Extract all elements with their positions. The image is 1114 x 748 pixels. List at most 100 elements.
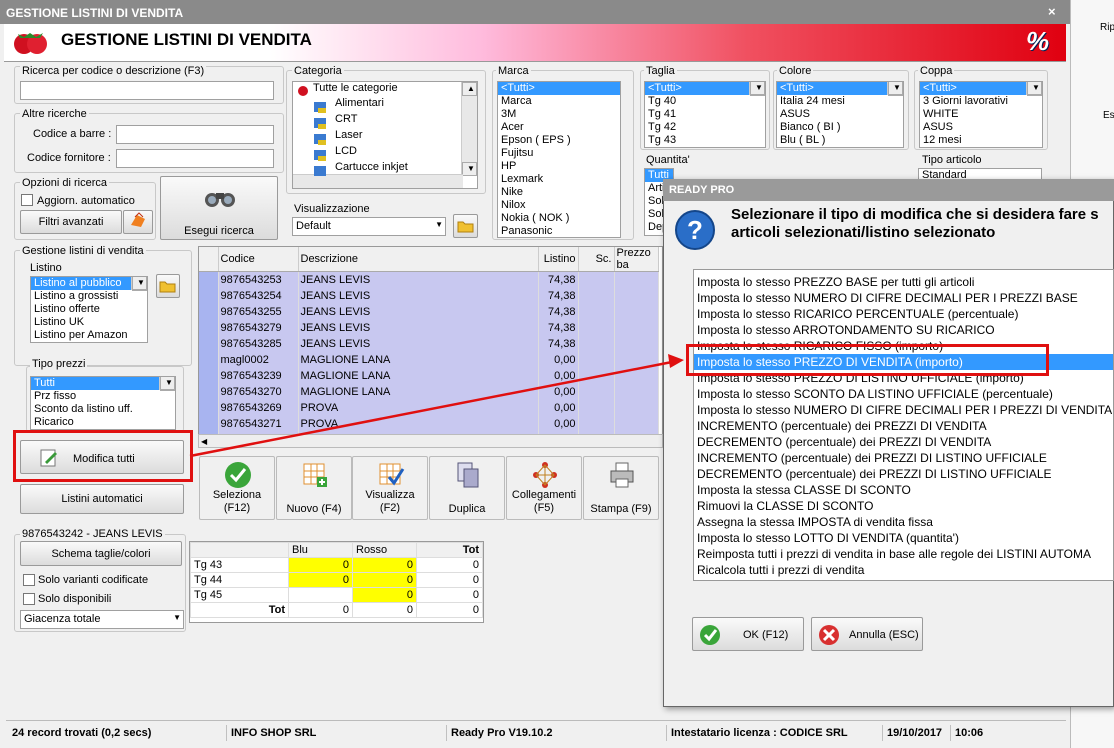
cell[interactable]: 0: [352, 557, 417, 573]
scrollbar[interactable]: ▲▼: [1026, 82, 1042, 96]
open-folder-button[interactable]: [453, 214, 478, 238]
list-item[interactable]: Tg 42: [645, 121, 765, 134]
scrollbar[interactable]: ▲▼: [131, 277, 147, 291]
tree-item[interactable]: Tutte le categorie: [293, 82, 477, 95]
option-item[interactable]: Imposta lo stesso PREZZO BASE per tutti …: [694, 274, 1113, 290]
only-coded-checkbox[interactable]: [23, 574, 35, 586]
list-item[interactable]: Tutti: [31, 377, 175, 390]
list-item[interactable]: 12 mesi: [920, 134, 1042, 147]
scrollbar[interactable]: ▲▼: [749, 82, 765, 96]
list-item[interactable]: 3 Giorni lavorativi: [920, 95, 1042, 108]
list-item[interactable]: Blu ( BL ): [777, 134, 903, 147]
row-indicator[interactable]: [199, 287, 219, 304]
horizontal-scrollbar[interactable]: ◀: [198, 434, 663, 448]
table-row[interactable]: 9876543285 JEANS LEVIS 74,38: [199, 335, 659, 352]
view-button[interactable]: Visualizza (F2): [352, 456, 428, 520]
list-item[interactable]: Tg 43: [645, 134, 765, 147]
search-input[interactable]: [20, 81, 274, 100]
cup-list[interactable]: <Tutti> 3 Giorni lavorativi WHITE ASUS 1…: [919, 81, 1043, 148]
option-item[interactable]: Imposta lo stesso SCONTO DA LISTINO UFFI…: [694, 386, 1113, 402]
size-list[interactable]: <Tutti> Tg 40 Tg 41 Tg 42 Tg 43 ▲▼: [644, 81, 766, 148]
advanced-filters-button[interactable]: Filtri avanzati: [20, 210, 122, 234]
row-indicator[interactable]: [199, 399, 219, 416]
list-item[interactable]: <Tutti>: [920, 82, 1042, 95]
list-item[interactable]: ASUS: [777, 108, 903, 121]
list-item[interactable]: <Tutti>: [498, 82, 620, 95]
list-item[interactable]: ASUS: [920, 121, 1042, 134]
row-indicator[interactable]: [199, 319, 219, 336]
supplier-code-input[interactable]: [116, 149, 274, 168]
list-item[interactable]: Listino per Amazon: [31, 329, 147, 342]
links-button[interactable]: Collegamenti (F5): [506, 456, 582, 520]
new-button[interactable]: Nuovo (F4): [276, 456, 352, 520]
list-item[interactable]: Nokia ( NOK ): [498, 212, 620, 225]
price-types-list[interactable]: Tutti Prz fisso Sconto da listino uff. R…: [30, 376, 176, 430]
row-indicator[interactable]: [199, 415, 219, 432]
table-row[interactable]: 9876543269 PROVA 0,00: [199, 399, 659, 416]
table-row[interactable]: 9876543270 MAGLIONE LANA 0,00: [199, 383, 659, 400]
close-icon[interactable]: ×: [1048, 4, 1056, 19]
column-header[interactable]: Descrizione: [298, 247, 539, 272]
table-row[interactable]: magl0002 MAGLIONE LANA 0,00: [199, 351, 659, 368]
list-item[interactable]: Epson ( EPS ): [498, 134, 620, 147]
brand-list[interactable]: <Tutti> Marca 3M Acer Epson ( EPS ) Fuji…: [497, 81, 621, 238]
articles-table[interactable]: Codice Descrizione Listino Sc. Prezzo ba…: [198, 246, 663, 446]
table-row[interactable]: 9876543254 JEANS LEVIS 74,38: [199, 287, 659, 304]
auto-update-checkbox[interactable]: [21, 194, 33, 206]
variants-table[interactable]: Blu Rosso Tot Tg 43 0 0 0 Tg 44 0 0 0 Tg 45 0 0 To…: [189, 541, 484, 623]
row-indicator[interactable]: [199, 383, 219, 400]
list-item[interactable]: Tg 41: [645, 108, 765, 121]
column-header[interactable]: Prezzo ba: [614, 247, 659, 272]
filter-icon-button[interactable]: [123, 210, 153, 234]
table-row[interactable]: 9876543271 PROVA 0,00: [199, 415, 659, 432]
print-button[interactable]: Stampa (F9): [583, 456, 659, 520]
list-item[interactable]: 3M: [498, 108, 620, 121]
list-item[interactable]: Bianco ( BI ): [777, 121, 903, 134]
list-item[interactable]: Italia 24 mesi: [777, 95, 903, 108]
row-indicator[interactable]: [199, 351, 219, 368]
list-item[interactable]: Fujitsu: [498, 147, 620, 160]
color-list[interactable]: <Tutti> Italia 24 mesi ASUS Bianco ( BI …: [776, 81, 904, 148]
option-item[interactable]: Ricalcola tutti i prezzi di vendita: [694, 562, 1113, 578]
table-row[interactable]: 9876543239 MAGLIONE LANA 0,00: [199, 367, 659, 384]
list-item[interactable]: Panasonic: [498, 225, 620, 237]
list-item[interactable]: Listino a grossisti: [31, 290, 147, 303]
list-item[interactable]: <Tutti>: [645, 82, 765, 95]
stock-select[interactable]: Giacenza totale ▼: [20, 610, 184, 629]
option-item[interactable]: Rimuovi la CLASSE DI SCONTO: [694, 498, 1113, 514]
barcode-input[interactable]: [116, 125, 274, 144]
list-item[interactable]: Acer: [498, 121, 620, 134]
scrollbar[interactable]: ▲▼: [887, 82, 903, 96]
execute-search-button[interactable]: Esegui ricerca: [160, 176, 278, 240]
option-item[interactable]: Imposta lo stesso NUMERO DI CIFRE DECIMA…: [694, 402, 1113, 418]
scrollbar[interactable]: ▲▼: [159, 377, 175, 391]
table-row[interactable]: 9876543279 JEANS LEVIS 74,38: [199, 319, 659, 336]
duplicate-button[interactable]: Duplica: [429, 456, 505, 520]
list-item[interactable]: Lexmark: [498, 173, 620, 186]
option-item[interactable]: Imposta lo stesso RICARICO PERCENTUALE (…: [694, 306, 1113, 322]
list-item[interactable]: WHITE: [920, 108, 1042, 121]
option-item[interactable]: Imposta lo stesso NUMERO DI CIFRE DECIMA…: [694, 290, 1113, 306]
row-indicator[interactable]: [199, 335, 219, 352]
cell[interactable]: 0: [288, 557, 353, 573]
list-item[interactable]: Marca: [498, 95, 620, 108]
list-item[interactable]: Listino al pubblico: [31, 277, 147, 290]
list-item[interactable]: HP: [498, 160, 620, 173]
cell[interactable]: 0: [352, 587, 417, 603]
cell[interactable]: [288, 587, 353, 603]
column-header[interactable]: Listino: [538, 247, 579, 272]
cancel-button[interactable]: Annulla (ESC): [811, 617, 923, 651]
cell[interactable]: 0: [352, 572, 417, 588]
list-item[interactable]: Nilox: [498, 199, 620, 212]
column-header[interactable]: Sc.: [578, 247, 615, 272]
size-color-schema-button[interactable]: Schema taglie/colori: [20, 541, 182, 566]
option-item[interactable]: INCREMENTO (percentuale) dei PREZZI DI V…: [694, 418, 1113, 434]
option-item[interactable]: Imposta lo stesso ARROTONDAMENTO SU RICA…: [694, 322, 1113, 338]
table-row[interactable]: 9876543255 JEANS LEVIS 74,38: [199, 303, 659, 320]
list-item[interactable]: Listino offerte: [31, 303, 147, 316]
row-indicator[interactable]: [199, 271, 219, 288]
auto-lists-button[interactable]: Listini automatici: [20, 484, 184, 514]
list-item[interactable]: Sconto da listino uff.: [31, 403, 175, 416]
list-item[interactable]: Tg 40: [645, 95, 765, 108]
ok-button[interactable]: OK (F12): [692, 617, 804, 651]
